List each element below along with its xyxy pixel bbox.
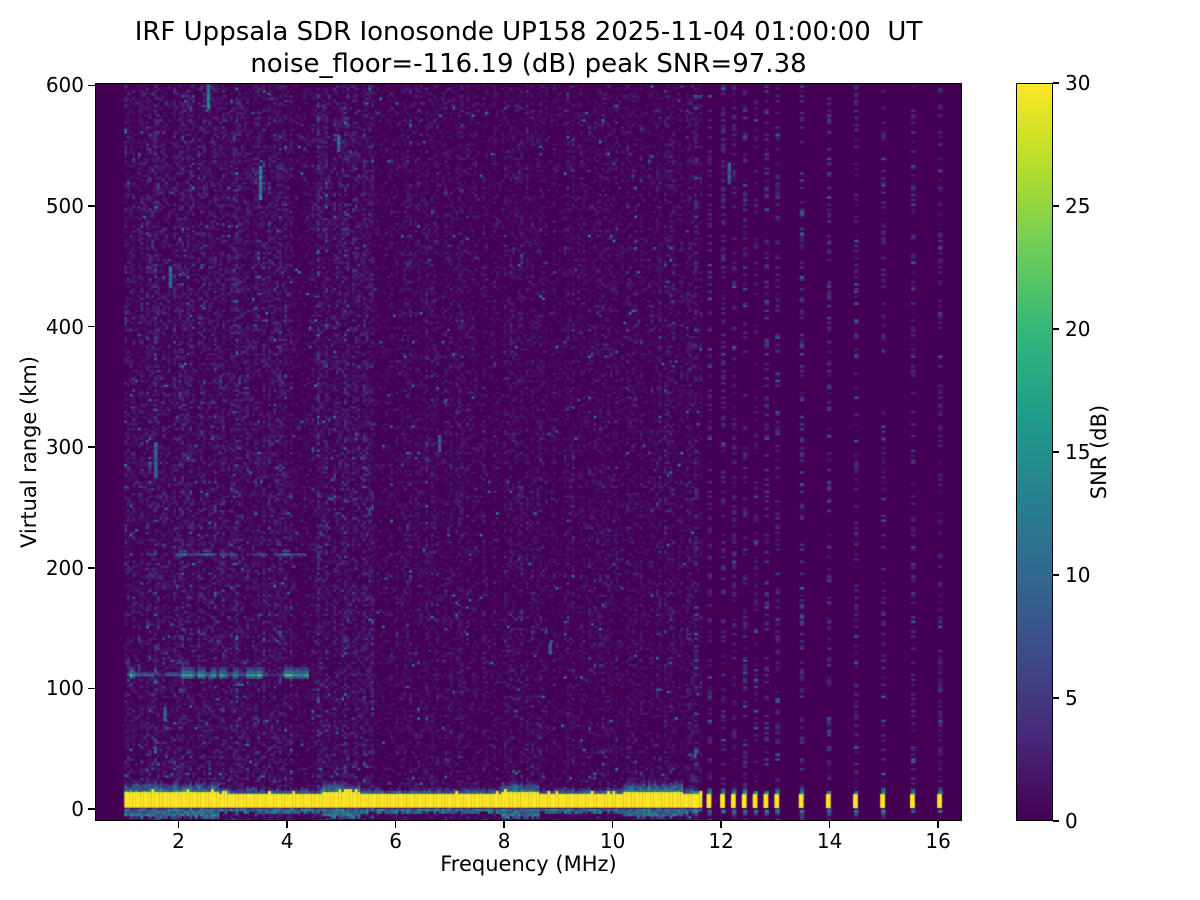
colorbar-tick-label: 30	[1065, 71, 1091, 95]
colorbar-tick-label: 5	[1065, 686, 1078, 710]
x-axis-tick	[720, 821, 722, 828]
y-axis-tick	[88, 446, 95, 448]
colorbar-tick-label: 15	[1065, 440, 1091, 464]
colorbar	[1016, 83, 1053, 821]
y-axis-tick	[88, 205, 95, 207]
y-tick-label: 500	[45, 194, 84, 218]
x-tick-label: 2	[172, 829, 185, 853]
colorbar-tick	[1053, 328, 1059, 330]
y-axis-tick	[88, 566, 95, 569]
colorbar-tick	[1053, 451, 1059, 453]
colorbar-tick	[1053, 82, 1059, 84]
y-tick-label: 100	[45, 676, 84, 701]
ionogram-figure: IRF Uppsala SDR Ionosonde UP158 2025-11-…	[0, 0, 1200, 900]
x-tick-label: 12	[708, 829, 734, 853]
colorbar-tick	[1053, 574, 1059, 576]
y-axis-tick	[88, 84, 95, 87]
x-axis-tick	[286, 821, 288, 828]
colorbar-tick	[1053, 205, 1059, 207]
colorbar-tick	[1053, 697, 1059, 699]
x-axis-label: Frequency (MHz)	[440, 852, 617, 876]
x-tick-label: 16	[925, 829, 951, 853]
x-axis-tick	[503, 821, 505, 828]
colorbar-tick	[1053, 820, 1059, 822]
heatmap-canvas	[95, 83, 962, 821]
y-tick-label: 400	[45, 314, 84, 339]
x-tick-label: 4	[280, 829, 294, 853]
colorbar-tick-label: 0	[1065, 809, 1078, 833]
x-axis-tick	[937, 821, 939, 828]
y-axis-tick	[88, 325, 95, 328]
colorbar-tick-label: 25	[1065, 194, 1091, 218]
x-tick-label: 10	[599, 829, 626, 853]
colorbar-tick-label: 20	[1065, 317, 1091, 341]
x-tick-label: 8	[497, 829, 511, 853]
chart-title-line2: noise_floor=-116.19 (dB) peak SNR=97.38	[250, 49, 807, 79]
y-tick-label: 200	[45, 555, 84, 580]
x-tick-label: 6	[389, 829, 402, 853]
x-tick-label: 14	[816, 829, 843, 853]
colorbar-tick-label: 10	[1065, 563, 1091, 587]
y-tick-label: 300	[45, 435, 84, 460]
y-axis-tick	[88, 808, 95, 810]
y-tick-label: 0	[71, 796, 84, 821]
y-axis-tick	[88, 687, 95, 690]
x-axis-tick	[828, 821, 831, 828]
chart-title-line1: IRF Uppsala SDR Ionosonde UP158 2025-11-…	[134, 17, 923, 47]
x-axis-tick	[177, 821, 180, 828]
y-tick-label: 600	[45, 73, 84, 98]
x-axis-tick	[394, 821, 397, 828]
x-axis-tick	[611, 821, 614, 828]
